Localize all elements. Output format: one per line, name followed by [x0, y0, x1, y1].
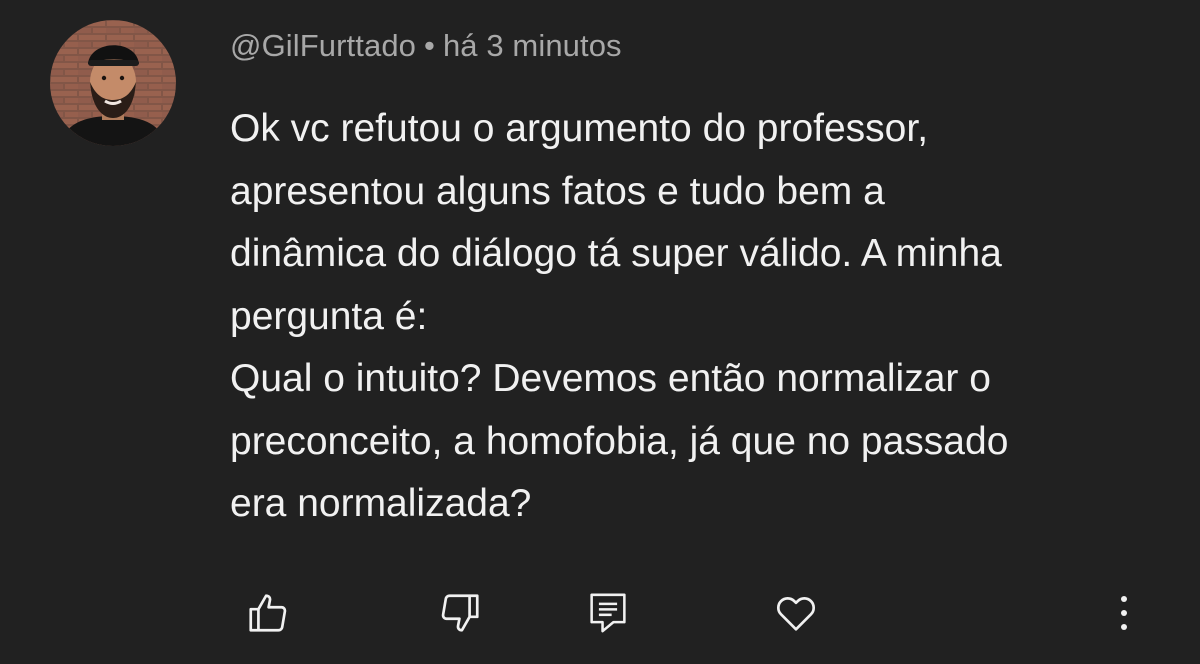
heart-icon	[776, 597, 816, 631]
comment-text-line: Ok vc refutou o argumento do professor,	[230, 107, 929, 150]
reply-button[interactable]	[580, 585, 636, 641]
comment-text-line: pergunta é:	[230, 294, 428, 338]
comment-text-line: Qual o intuito? Devemos então normalizar…	[230, 357, 991, 400]
reply-icon	[590, 593, 626, 633]
heart-button[interactable]	[768, 585, 824, 641]
avatar-image	[50, 20, 176, 146]
comment-text-line: preconceito, a homofobia, já que no pass…	[230, 419, 1009, 463]
thumbs-down-icon	[441, 594, 479, 632]
like-button[interactable]	[240, 585, 296, 641]
separator-dot: •	[424, 28, 435, 63]
timestamp: há 3 minutos	[442, 28, 622, 63]
thumbs-up-icon	[249, 594, 287, 632]
comment-header: @GilFurttado • há 3 minutos	[230, 28, 622, 64]
comment-text: Ok vc refutou o argumento do professor, …	[230, 98, 1170, 536]
comment-actions	[0, 585, 1200, 641]
more-options-icon	[1121, 596, 1127, 630]
dislike-button[interactable]	[432, 585, 488, 641]
more-options-button[interactable]	[1096, 585, 1152, 641]
comment-text-line: apresentou alguns fatos e tudo bem a	[230, 169, 885, 213]
avatar[interactable]	[50, 20, 176, 146]
comment-card: @GilFurttado • há 3 minutos Ok vc refutou …	[0, 0, 1200, 664]
comment-text-line: dinâmica do diálogo tá super válido. A m…	[230, 232, 1002, 275]
comment-text-line: era normalizada?	[230, 482, 532, 525]
username[interactable]: @GilFurttado	[230, 28, 416, 63]
